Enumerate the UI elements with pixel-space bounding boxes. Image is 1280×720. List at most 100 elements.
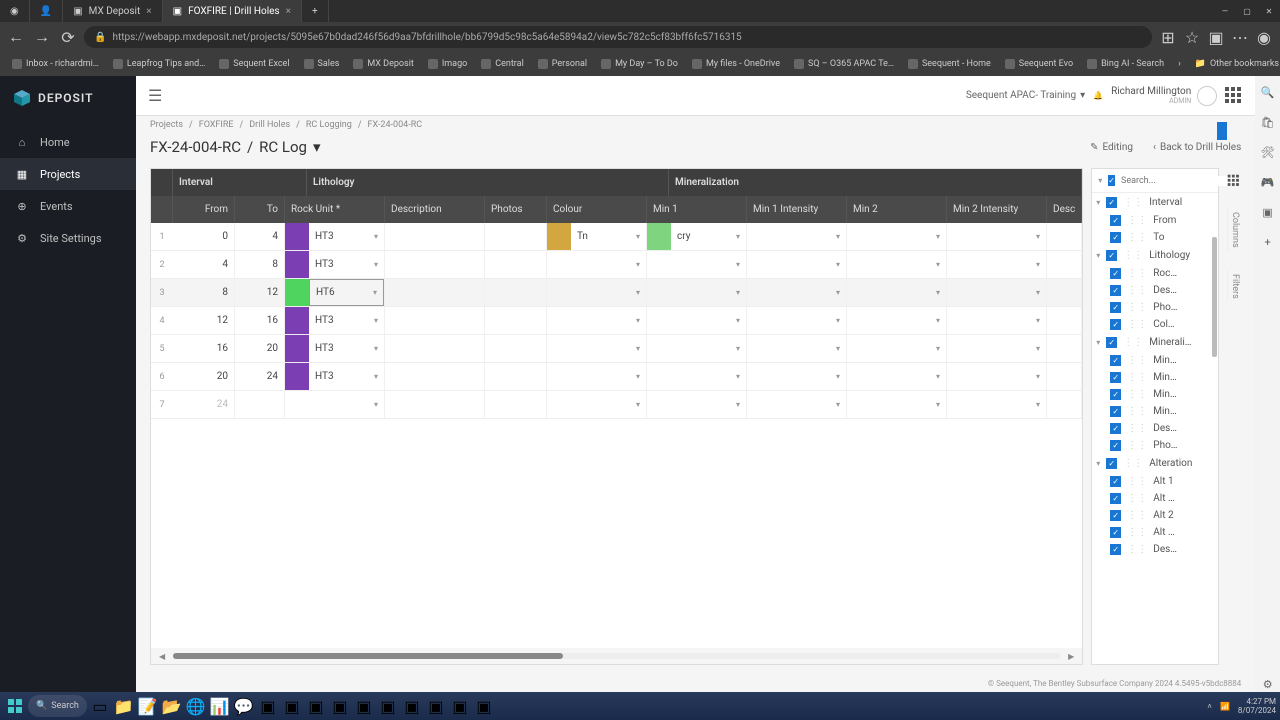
scroll-left-icon[interactable]: ◀ — [159, 652, 165, 661]
breadcrumb-link[interactable]: Projects — [150, 120, 183, 130]
chevron-down-icon[interactable]: ▾ — [736, 288, 740, 297]
bookmark[interactable]: Seequent - Home — [902, 57, 997, 71]
cell-min2[interactable]: ▾ — [847, 279, 947, 306]
chevron-down-icon[interactable]: ▾ — [1036, 288, 1040, 297]
chevron-down-icon[interactable]: ▾ — [836, 288, 840, 297]
checkbox-icon[interactable]: ✓ — [1106, 197, 1117, 208]
bookmark[interactable]: SQ – O365 APAC Te… — [788, 57, 900, 71]
minimize-icon[interactable]: — — [1214, 0, 1236, 22]
chevron-down-icon[interactable]: ▾ — [836, 316, 840, 325]
chevron-down-icon[interactable]: ▾ — [936, 260, 940, 269]
checkbox-icon[interactable]: ✓ — [1108, 175, 1115, 186]
taskbar-app[interactable]: ▣ — [353, 695, 375, 717]
col-min2i[interactable]: Min 2 Intensity — [947, 196, 1047, 223]
cell-to[interactable]: 12 — [235, 279, 285, 306]
tab-mxdeposit[interactable]: ▣ MX Deposit × — [63, 0, 162, 22]
cell-from[interactable]: 12 — [173, 307, 235, 334]
other-bookmarks[interactable]: 📁Other bookmarks — [1189, 57, 1280, 71]
chevron-down-icon[interactable]: ▾ — [374, 260, 378, 269]
taskbar-app[interactable]: ▣ — [401, 695, 423, 717]
cell-rock[interactable]: HT3▾ — [285, 223, 385, 250]
chevron-down-icon[interactable]: ▾ — [1096, 459, 1100, 468]
start-button[interactable] — [4, 695, 26, 717]
bell-icon[interactable]: 🔔 — [1093, 91, 1103, 100]
cell-min1i[interactable]: ▾ — [747, 251, 847, 278]
columns-search[interactable]: ▾ ✓ — [1092, 169, 1218, 193]
checkbox-icon[interactable]: ✓ — [1110, 406, 1121, 417]
cell-colour[interactable]: ▾ — [547, 307, 647, 334]
columns-item[interactable]: ✓⋮⋮Pho… — [1092, 299, 1218, 316]
columns-group[interactable]: ▾✓⋮⋮Lithology — [1092, 246, 1218, 265]
bookmark[interactable]: Sales — [298, 57, 346, 71]
edge-shopping-icon[interactable]: 🛍 — [1260, 114, 1276, 130]
checkbox-icon[interactable]: ✓ — [1110, 510, 1121, 521]
taskbar-app[interactable]: ▣ — [281, 695, 303, 717]
columns-item[interactable]: ✓⋮⋮To — [1092, 229, 1218, 246]
cell-desc[interactable] — [385, 251, 485, 278]
drag-handle-icon[interactable]: ⋮⋮ — [1127, 423, 1147, 434]
bookmark[interactable]: Bing AI - Search — [1081, 57, 1170, 71]
collections-icon[interactable]: ▣ — [1206, 27, 1226, 47]
bookmark[interactable]: Inbox - richardmi… — [6, 57, 105, 71]
drag-handle-icon[interactable]: ⋮⋮ — [1127, 476, 1147, 487]
tab-foxfire[interactable]: ▣ FOXFIRE | Drill Holes × — [163, 0, 302, 22]
drag-handle-icon[interactable]: ⋮⋮ — [1127, 389, 1147, 400]
cell-colour[interactable]: ▾ — [547, 363, 647, 390]
col-overflow[interactable]: Desc — [1047, 196, 1082, 223]
taskbar-app[interactable]: ▣ — [305, 695, 327, 717]
cell-min2i[interactable]: ▾ — [947, 251, 1047, 278]
drag-handle-icon[interactable]: ⋮⋮ — [1127, 285, 1147, 296]
chevron-down-icon[interactable]: ▾ — [736, 232, 740, 241]
bookmark[interactable]: Personal — [532, 57, 593, 71]
cell-min2[interactable]: ▾ — [847, 307, 947, 334]
chevron-down-icon[interactable]: ▾ — [374, 344, 378, 353]
chevron-down-icon[interactable]: ▾ — [1096, 198, 1100, 207]
cell-colour[interactable]: ▾ — [547, 279, 647, 306]
cell-min2[interactable]: ▾ — [847, 363, 947, 390]
chevron-down-icon[interactable]: ▾ — [1036, 344, 1040, 353]
checkbox-icon[interactable]: ✓ — [1110, 215, 1121, 226]
columns-item[interactable]: ✓⋮⋮Alt 2 — [1092, 507, 1218, 524]
breadcrumb-link[interactable]: Drill Holes — [249, 120, 290, 130]
chevron-down-icon[interactable]: ▾ — [374, 372, 378, 381]
drag-handle-icon[interactable]: ⋮⋮ — [1123, 250, 1143, 261]
drag-handle-icon[interactable]: ⋮⋮ — [1127, 232, 1147, 243]
columns-item[interactable]: ✓⋮⋮Col… — [1092, 316, 1218, 333]
cell-min2i[interactable]: ▾ — [947, 279, 1047, 306]
table-row[interactable]: 41216HT3▾▾▾▾▾▾ — [151, 307, 1082, 335]
cell-colour[interactable]: ▾ — [547, 251, 647, 278]
bookmark[interactable]: Seequent Evo — [999, 57, 1079, 71]
col-rock[interactable]: Rock Unit * — [285, 196, 385, 223]
col-min2[interactable]: Min 2 — [847, 196, 947, 223]
columns-group[interactable]: ▾✓⋮⋮Alteration — [1092, 454, 1218, 473]
columns-item[interactable]: ✓⋮⋮Min… — [1092, 369, 1218, 386]
edge-plus-icon[interactable]: + — [1260, 234, 1276, 250]
edge-tools-icon[interactable]: 🛠 — [1260, 144, 1276, 160]
chevron-down-icon[interactable]: ▾ — [1098, 176, 1102, 185]
drag-handle-icon[interactable]: ⋮⋮ — [1127, 544, 1147, 555]
chevron-down-icon[interactable]: ▾ — [373, 288, 377, 297]
col-min1[interactable]: Min 1 — [647, 196, 747, 223]
cell-min1[interactable]: ▾ — [647, 335, 747, 362]
cell-min1[interactable]: ▾ — [647, 251, 747, 278]
checkbox-icon[interactable]: ✓ — [1110, 493, 1121, 504]
sidebar-item-projects[interactable]: ▦ Projects — [0, 158, 136, 190]
chevron-down-icon[interactable]: ▾ — [836, 372, 840, 381]
drag-handle-icon[interactable]: ⋮⋮ — [1127, 372, 1147, 383]
taskbar-app[interactable]: 📝 — [137, 695, 159, 717]
cell-min1i[interactable]: ▾ — [747, 307, 847, 334]
chevron-down-icon[interactable]: ▾ — [936, 288, 940, 297]
columns-group[interactable]: ▾✓⋮⋮Interval — [1092, 193, 1218, 212]
cell-min2i[interactable]: ▾ — [947, 307, 1047, 334]
table-row-ghost[interactable]: 724▾▾▾▾▾▾ — [151, 391, 1082, 419]
cell-rock[interactable]: HT3▾ — [285, 251, 385, 278]
cell-min2[interactable]: ▾ — [847, 223, 947, 250]
chevron-down-icon[interactable]: ▾ — [636, 344, 640, 353]
chevron-down-icon[interactable]: ▾ — [736, 372, 740, 381]
cell-rock[interactable]: HT3▾ — [285, 363, 385, 390]
browser-menu-icon[interactable]: ⋯ — [1230, 27, 1250, 47]
checkbox-icon[interactable]: ✓ — [1110, 355, 1121, 366]
checkbox-icon[interactable]: ✓ — [1110, 423, 1121, 434]
close-window-icon[interactable]: ✕ — [1258, 0, 1280, 22]
taskbar-time[interactable]: 4:27 PM — [1238, 697, 1276, 706]
